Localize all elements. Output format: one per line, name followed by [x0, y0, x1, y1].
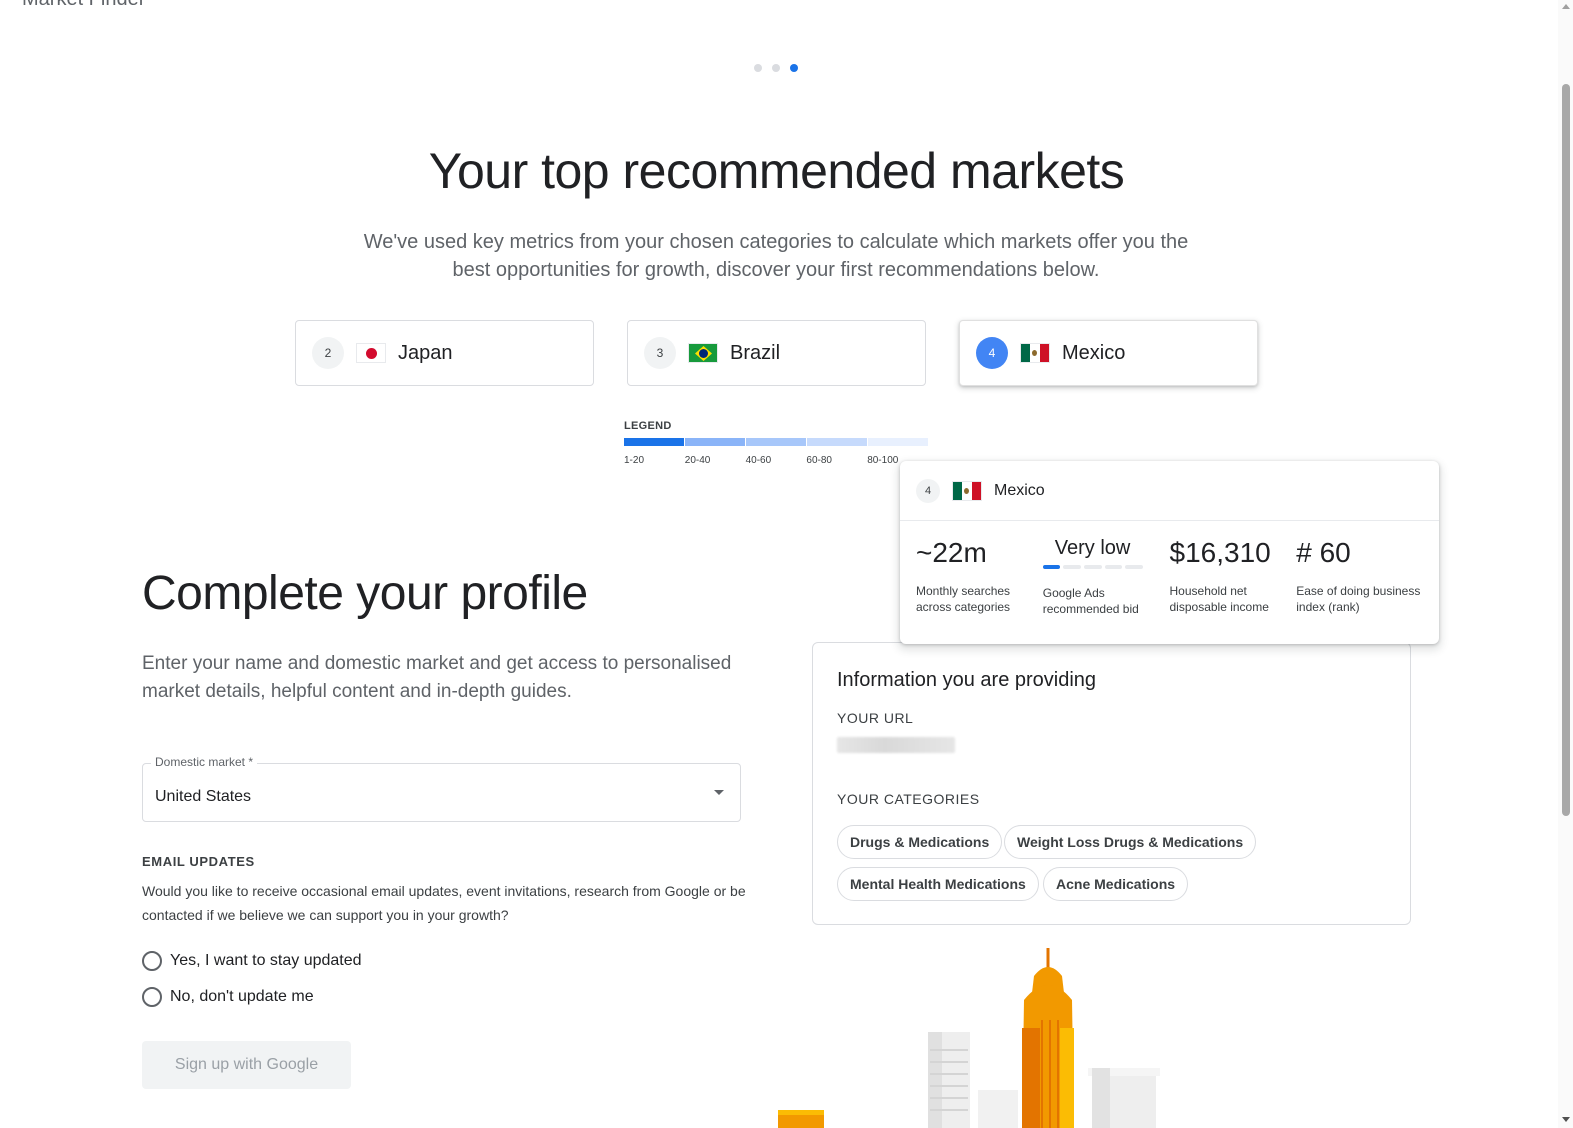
rank-badge: 2 — [312, 337, 344, 369]
metric-monthly-searches: ~22m Monthly searches across categories — [916, 537, 1043, 617]
step-dot-3-active — [790, 64, 798, 72]
metric-label: Household net disposable income — [1169, 584, 1269, 614]
categories-label: YOUR CATEGORIES — [837, 791, 980, 807]
radio-label: No, don't update me — [170, 988, 314, 1005]
page-subtitle: We've used key metrics from your chosen … — [363, 231, 1189, 281]
email-updates-heading: EMAIL UPDATES — [142, 854, 255, 869]
legend-swatch-3 — [746, 438, 806, 446]
metric-label: Google Ads recommended bid — [1042, 586, 1139, 616]
country-name: Mexico — [994, 481, 1045, 499]
bid-level-segment — [1042, 565, 1061, 569]
domestic-market-label: Domestic market * — [151, 755, 258, 769]
legend-color-scale — [624, 438, 928, 446]
legend-swatch-2 — [685, 438, 745, 446]
market-detail-header: 4 Mexico — [900, 461, 1439, 521]
bid-level-segment — [1083, 565, 1102, 569]
step-dot-2 — [772, 64, 780, 72]
mexico-flag-icon — [1020, 343, 1050, 363]
page-title: Your top recommended markets — [428, 143, 1125, 199]
metric-recommended-bid: Very low Google Ads recommended bid — [1042, 537, 1170, 617]
rank-badge: 3 — [644, 337, 676, 369]
country-name: Mexico — [1062, 341, 1126, 364]
metric-value: # 60 — [1296, 537, 1351, 568]
city-skyline-illustration — [778, 948, 1160, 1128]
market-card-mexico[interactable]: 4 Mexico — [959, 320, 1258, 386]
metric-label: Ease of doing business index (rank) — [1296, 584, 1421, 614]
country-name: Brazil — [730, 341, 781, 364]
radio-option-yes[interactable]: Yes, I want to stay updated — [142, 951, 362, 971]
bid-level-meter — [1042, 565, 1143, 569]
category-chip: Drugs & Medications — [837, 825, 1003, 859]
profile-title: Complete your profile — [142, 567, 588, 620]
legend-range-label: 1-20 — [624, 455, 645, 466]
information-card: Information you are providing YOUR URL Y… — [812, 642, 1411, 925]
radio-button-icon[interactable] — [142, 951, 162, 971]
bid-level-segment — [1125, 565, 1143, 569]
step-dot-1 — [754, 64, 762, 72]
scrollbar-thumb[interactable] — [1562, 84, 1570, 816]
orange-tower — [1022, 948, 1074, 1128]
market-detail-card: 4 Mexico ~22m Monthly searches across ca… — [900, 461, 1439, 644]
dropdown-caret-icon — [714, 790, 724, 795]
category-chip: Acne Medications — [1043, 867, 1189, 901]
legend-range-label: 40-60 — [745, 455, 772, 466]
url-label: YOUR URL — [837, 710, 914, 726]
domestic-market-value: United States — [155, 788, 252, 805]
mexico-flag-icon — [952, 480, 982, 501]
category-chip: Mental Health Medications — [837, 867, 1039, 901]
rank-badge: 4 — [916, 478, 940, 503]
profile-subtitle: Enter your name and domestic market and … — [142, 653, 732, 702]
step-indicator — [754, 64, 798, 72]
legend-swatch-4 — [807, 438, 867, 446]
metric-ease-of-business: # 60 Ease of doing business index (rank) — [1296, 537, 1423, 617]
legend-range-label: 60-80 — [806, 455, 832, 466]
metric-household-income: $16,310 Household net disposable income — [1170, 537, 1297, 617]
metric-value: ~22m — [916, 537, 987, 568]
radio-button-icon[interactable] — [142, 987, 162, 1007]
market-card-japan[interactable]: 2 Japan — [295, 320, 594, 386]
radio-label: Yes, I want to stay updated — [170, 952, 362, 969]
app-title: Market Finder — [22, 0, 145, 11]
metric-value: $16,310 — [1169, 537, 1271, 568]
redacted-url — [837, 737, 955, 753]
category-chip: Weight Loss Drugs & Medications — [1004, 825, 1257, 859]
building-small — [978, 1090, 1018, 1128]
market-card-brazil[interactable]: 3 Brazil — [627, 320, 926, 386]
brazil-flag-icon — [688, 343, 718, 363]
email-updates-text: Would you like to receive occasional ema… — [142, 883, 746, 923]
scroll-up-arrow-icon[interactable] — [1562, 4, 1570, 9]
information-title: Information you are providing — [837, 669, 1097, 691]
legend-swatch-1 — [624, 438, 684, 446]
sign-up-with-google-button[interactable]: Sign up with Google — [142, 1041, 351, 1089]
rank-badge: 4 — [976, 337, 1008, 369]
legend-title: LEGEND — [624, 420, 672, 432]
japan-flag-icon — [356, 343, 386, 363]
scroll-down-arrow-icon[interactable] — [1562, 1117, 1570, 1122]
legend: LEGEND 1-20 20-40 40-60 60-80 80-100 — [624, 420, 928, 466]
bid-level-segment — [1104, 565, 1123, 569]
legend-swatch-5 — [868, 438, 928, 446]
metric-label: Monthly searches across categories — [916, 584, 1011, 614]
legend-range-label: 20-40 — [684, 455, 711, 466]
metric-value: Very low — [1054, 537, 1131, 559]
page-scrollbar[interactable] — [1558, 0, 1573, 1128]
bid-level-segment — [1063, 565, 1081, 569]
radio-option-no[interactable]: No, don't update me — [142, 987, 314, 1007]
country-name: Japan — [398, 341, 453, 364]
domestic-market-select[interactable]: Domestic market * United States — [142, 755, 741, 822]
